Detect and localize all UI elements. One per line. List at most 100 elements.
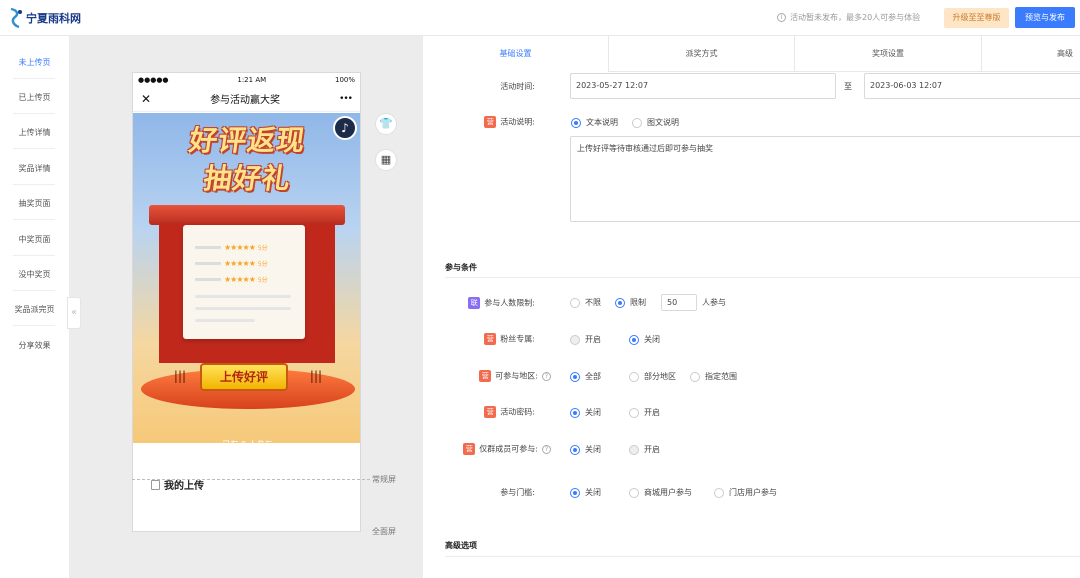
signal-icon: ●●●●● <box>138 75 169 84</box>
linked-tag: 联 <box>468 297 481 309</box>
limit-people-label: 联参与人数限制: <box>453 297 535 309</box>
password-options: 关闭 开启 <box>570 407 674 418</box>
grid-layout-icon[interactable]: ▦ <box>375 149 397 171</box>
radio-password-on[interactable]: 开启 <box>629 407 660 418</box>
tab-award-method[interactable]: 派奖方式 <box>609 36 795 72</box>
radio-group-on[interactable]: 开启 <box>629 444 660 455</box>
nav-item-uploaded[interactable]: 已上传页 <box>0 92 69 103</box>
theme-shirt-icon[interactable]: 👕 <box>375 113 397 135</box>
radio-image-desc[interactable]: 图文说明 <box>632 117 679 128</box>
section-title-advanced: 高级选项 <box>445 541 477 550</box>
phone-page-title: 参与活动赢大奖 <box>210 95 281 106</box>
radio-store-users[interactable]: 门店用户参与 <box>714 487 777 498</box>
limit-people-options: 不限 限制 <box>570 297 652 308</box>
publish-notice: i 活动暂未发布，最多20人可参与体验 <box>777 12 920 23</box>
hero-banner: 好评返现 抽好礼 ♪ ★★★★★ 5分 ★★★★★ 5分 ★★★★★ 5分 ||… <box>133 113 360 443</box>
collapse-nav-button[interactable]: « <box>67 297 81 329</box>
people-limit-unit: 人参与 <box>702 298 726 307</box>
radio-text-desc[interactable]: 文本说明 <box>571 117 618 128</box>
nav-item-win-page[interactable]: 中奖页面 <box>0 234 69 245</box>
radio-limited[interactable]: 限制 <box>615 297 646 308</box>
section-divider <box>445 277 1080 278</box>
fans-only-label: 营粉丝专属: <box>453 333 535 345</box>
radio-unlimited[interactable]: 不限 <box>570 297 601 308</box>
page-nav: 未上传页 已上传页 上传详情 奖品详情 抽奖页面 中奖页面 没中奖页 奖品派完页… <box>0 36 69 578</box>
rating-score: 5分 <box>257 245 268 252</box>
prize-cabinet: ★★★★★ 5分 ★★★★★ 5分 ★★★★★ 5分 <box>149 205 345 375</box>
radio-region-all[interactable]: 全部 <box>570 371 601 382</box>
more-icon[interactable]: ••• <box>339 94 353 104</box>
normal-screen-label: 常规屏 <box>372 475 396 484</box>
normal-screen-guide <box>132 479 370 480</box>
activity-desc-textarea[interactable]: 上传好评等待审核通过后即可参与抽奖 <box>570 136 1080 222</box>
radio-region-partial[interactable]: 部分地区 <box>629 371 676 382</box>
cabinet-top <box>149 205 345 225</box>
group-only-label: 营仅群成员可参与:? <box>443 443 551 455</box>
threshold-label: 参与门槛: <box>500 488 535 497</box>
nav-divider <box>13 148 55 149</box>
document-icon <box>151 479 160 490</box>
grill-icon: ||| <box>173 369 187 383</box>
participants-count: 已有 0 人参与 <box>222 440 273 449</box>
text-line <box>195 307 291 310</box>
upgrade-button[interactable]: 升级至至尊版 <box>944 8 1009 28</box>
nav-item-upload-detail[interactable]: 上传详情 <box>0 127 69 138</box>
upload-review-button[interactable]: 上传好评 <box>200 363 288 391</box>
logo[interactable]: 宁夏雨科网 <box>8 7 81 29</box>
radio-group-off[interactable]: 关闭 <box>570 444 601 455</box>
rating-row: ★★★★★ 5分 <box>195 243 268 252</box>
preview-publish-button[interactable]: 预览与发布 <box>1015 7 1075 28</box>
close-icon[interactable]: ✕ <box>141 92 151 106</box>
notice-text: 活动暂未发布，最多20人可参与体验 <box>790 13 921 22</box>
nav-item-prize-out-page[interactable]: 奖品派完页 <box>0 304 69 315</box>
tab-basic-settings[interactable]: 基础设置 <box>423 36 609 72</box>
full-screen-label: 全面屏 <box>372 527 396 536</box>
phone-status-bar: ●●●●● 1:21 AM 100% <box>133 73 360 86</box>
nav-divider <box>13 255 55 256</box>
status-time: 1:21 AM <box>237 75 267 84</box>
activity-time-label: 活动时间: <box>500 82 535 91</box>
nav-item-prize-detail[interactable]: 奖品详情 <box>0 163 69 174</box>
section-title-conditions: 参与条件 <box>445 263 477 272</box>
start-time-input[interactable]: 2023-05-27 12:07 <box>570 73 836 99</box>
nav-divider <box>13 290 55 291</box>
nav-item-share-effect[interactable]: 分享效果 <box>0 340 69 351</box>
radio-threshold-off[interactable]: 关闭 <box>570 487 601 498</box>
tab-advanced-settings[interactable]: 高级设 <box>982 36 1080 94</box>
phone-title-bar: ✕ 参与活动赢大奖 ••• <box>133 86 360 112</box>
password-label: 营活动密码: <box>453 406 535 418</box>
text-line <box>195 295 291 298</box>
radio-password-off[interactable]: 关闭 <box>570 407 601 418</box>
remaining-chances: 您今天还有 1 次参与机会 <box>202 453 293 462</box>
rating-score: 5分 <box>257 261 268 268</box>
tab-prize-settings[interactable]: 奖项设置 <box>795 36 982 72</box>
nav-divider <box>13 78 55 79</box>
people-limit-input[interactable]: 50 <box>661 294 697 311</box>
nav-item-lottery-page[interactable]: 抽奖页面 <box>0 198 69 209</box>
hero-title-line1: 好评返现 <box>186 124 308 157</box>
star-icon: ★★★★★ <box>224 259 256 268</box>
threshold-options: 关闭 商城用户参与 门店用户参与 <box>570 487 791 498</box>
radio-region-range[interactable]: 指定范围 <box>690 371 737 382</box>
nav-item-not-uploaded[interactable]: 未上传页 <box>0 57 69 68</box>
my-upload-card: 我的上传 <box>141 467 354 531</box>
marketing-tag: 营 <box>484 406 497 418</box>
phone-preview: ●●●●● 1:21 AM 100% ✕ 参与活动赢大奖 ••• 好评返现 抽好… <box>132 72 361 532</box>
logo-mark-icon <box>10 7 22 29</box>
region-label: 营可参与地区:? <box>453 370 551 382</box>
group-only-options: 关闭 开启 <box>570 444 674 455</box>
radio-fans-on[interactable]: 开启 <box>570 334 601 345</box>
text-line <box>195 319 255 322</box>
time-range-separator: 至 <box>844 82 852 91</box>
radio-fans-off[interactable]: 关闭 <box>629 334 660 345</box>
review-card: ★★★★★ 5分 ★★★★★ 5分 ★★★★★ 5分 <box>183 225 305 339</box>
end-time-input[interactable]: 2023-06-03 12:07 <box>864 73 1080 99</box>
music-note-icon[interactable]: ♪ <box>333 116 357 140</box>
radio-mall-users[interactable]: 商城用户参与 <box>629 487 692 498</box>
help-icon[interactable]: ? <box>542 371 551 381</box>
info-icon: i <box>777 13 786 22</box>
marketing-tag: 营 <box>484 116 497 128</box>
nav-item-no-win-page[interactable]: 没中奖页 <box>0 269 69 280</box>
settings-panel: 基础设置 派奖方式 奖项设置 高级设 活动时间: 2023-05-27 12:0… <box>423 36 1080 578</box>
help-icon[interactable]: ? <box>542 444 551 454</box>
